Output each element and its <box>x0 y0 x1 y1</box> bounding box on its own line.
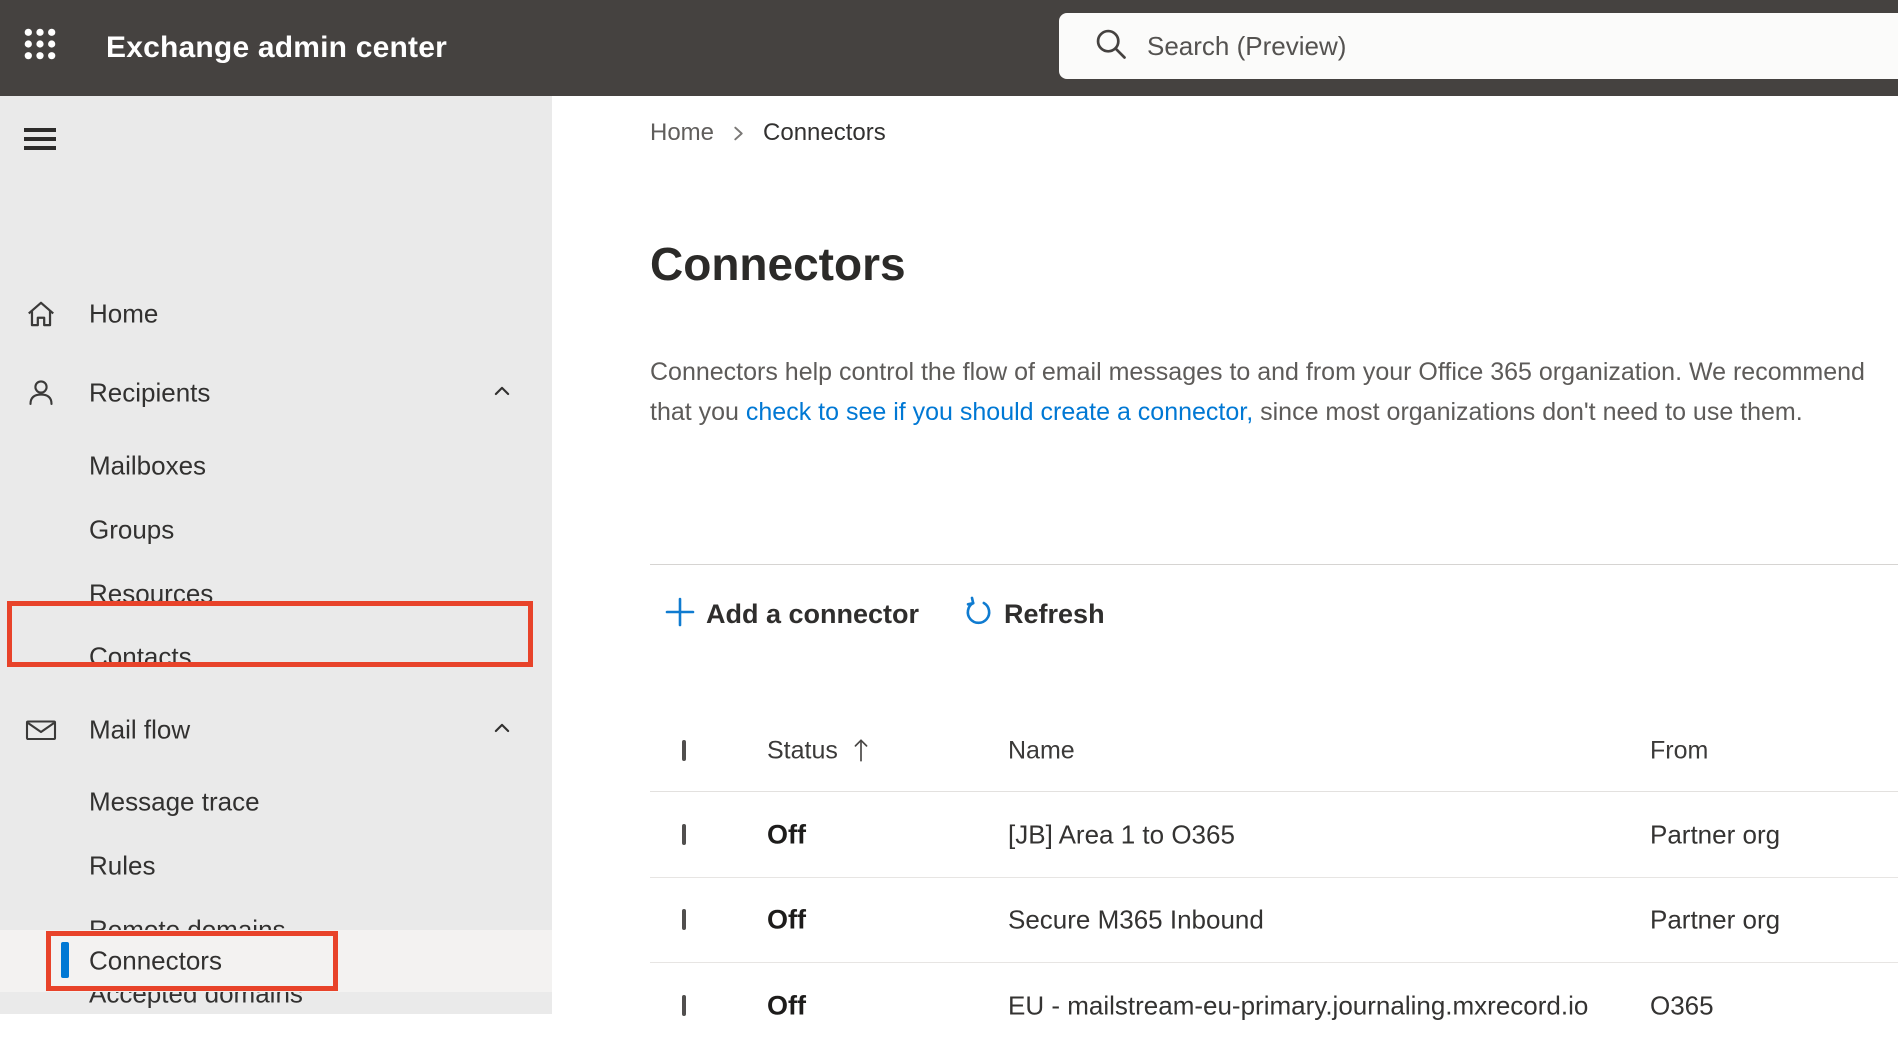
refresh-icon <box>963 596 994 632</box>
mail-icon <box>24 713 58 747</box>
table-row[interactable]: Off [JB] Area 1 to O365 Partner org <box>650 792 1898 878</box>
page-description: Connectors help control the flow of emai… <box>650 352 1882 432</box>
row-from: Partner org <box>1650 819 1781 849</box>
breadcrumb: Home Connectors <box>650 118 886 148</box>
sidebar-item-label: Mailboxes <box>89 450 207 481</box>
sidebar-item-label: Groups <box>89 514 175 545</box>
sidebar-item-rules[interactable]: Rules <box>0 834 552 898</box>
annotation-box-mail-flow <box>7 601 533 667</box>
column-header-status[interactable]: Status <box>767 736 872 765</box>
sidebar-item-label: Message trace <box>89 786 260 817</box>
row-checkbox[interactable] <box>682 909 686 930</box>
page-title: Connectors <box>650 238 906 290</box>
sidebar-item-label: Home <box>89 298 159 329</box>
chevron-right-icon <box>730 125 747 142</box>
row-status: Off <box>767 904 806 935</box>
app-launcher-icon <box>23 27 57 66</box>
row-name: EU - mailstream-eu-primary.journaling.mx… <box>1008 990 1589 1021</box>
plus-icon <box>664 596 696 633</box>
sort-ascending-icon <box>850 738 872 764</box>
search-input[interactable] <box>1147 30 1747 62</box>
command-bar: Add a connector Refresh <box>650 586 1105 642</box>
add-connector-label: Add a connector <box>706 598 920 629</box>
home-icon <box>24 297 58 331</box>
column-header-from[interactable]: From <box>1650 736 1708 765</box>
table-row[interactable]: Off EU - mailstream-eu-primary.journalin… <box>650 963 1898 1049</box>
sidebar-item-groups[interactable]: Groups <box>0 498 552 562</box>
sidebar-item-home[interactable]: Home <box>0 282 552 346</box>
global-search <box>1059 13 1898 79</box>
row-checkbox[interactable] <box>682 995 686 1016</box>
refresh-label: Refresh <box>1004 598 1105 629</box>
column-header-name[interactable]: Name <box>1008 736 1075 765</box>
row-name: Secure M365 Inbound <box>1008 904 1264 935</box>
row-status: Off <box>767 990 806 1021</box>
chevron-up-icon <box>488 714 516 747</box>
select-all-checkbox[interactable] <box>682 739 686 761</box>
description-text-after: since most organizations don't need to u… <box>1253 398 1803 426</box>
hamburger-icon <box>24 128 56 132</box>
top-app-bar: Exchange admin center <box>0 0 1898 96</box>
sidebar-item-mailboxes[interactable]: Mailboxes <box>0 434 552 498</box>
sidebar-item-label: Mail flow <box>89 714 191 745</box>
row-from: O365 <box>1650 990 1714 1021</box>
sidebar-item-recipients[interactable]: Recipients <box>0 361 552 425</box>
annotation-box-connectors <box>46 931 338 991</box>
sidebar-item-mail-flow[interactable]: Mail flow <box>0 698 552 762</box>
row-checkbox[interactable] <box>682 823 686 845</box>
row-from: Partner org <box>1650 904 1781 935</box>
create-connector-check-link[interactable]: check to see if you should create a conn… <box>746 398 1253 426</box>
breadcrumb-current: Connectors <box>763 119 886 146</box>
person-icon <box>24 376 58 410</box>
nav-collapse-button[interactable] <box>24 125 56 151</box>
add-connector-button[interactable]: Add a connector <box>650 596 919 633</box>
search-icon <box>1093 26 1129 67</box>
table-header-row: Status Name From <box>650 710 1898 792</box>
refresh-button[interactable]: Refresh <box>963 596 1105 632</box>
sidebar-item-label: Rules <box>89 850 156 881</box>
app-launcher-button[interactable] <box>16 22 64 70</box>
sidebar-item-label: Recipients <box>89 377 211 408</box>
row-name: [JB] Area 1 to O365 <box>1008 819 1235 849</box>
app-title: Exchange admin center <box>106 31 447 64</box>
breadcrumb-home-link[interactable]: Home <box>650 119 714 147</box>
row-status: Off <box>767 819 806 849</box>
chevron-up-icon <box>488 377 516 410</box>
table-row[interactable]: Off Secure M365 Inbound Partner org <box>650 878 1898 963</box>
toolbar-divider <box>650 564 1898 565</box>
sidebar-item-message-trace[interactable]: Message trace <box>0 770 552 834</box>
